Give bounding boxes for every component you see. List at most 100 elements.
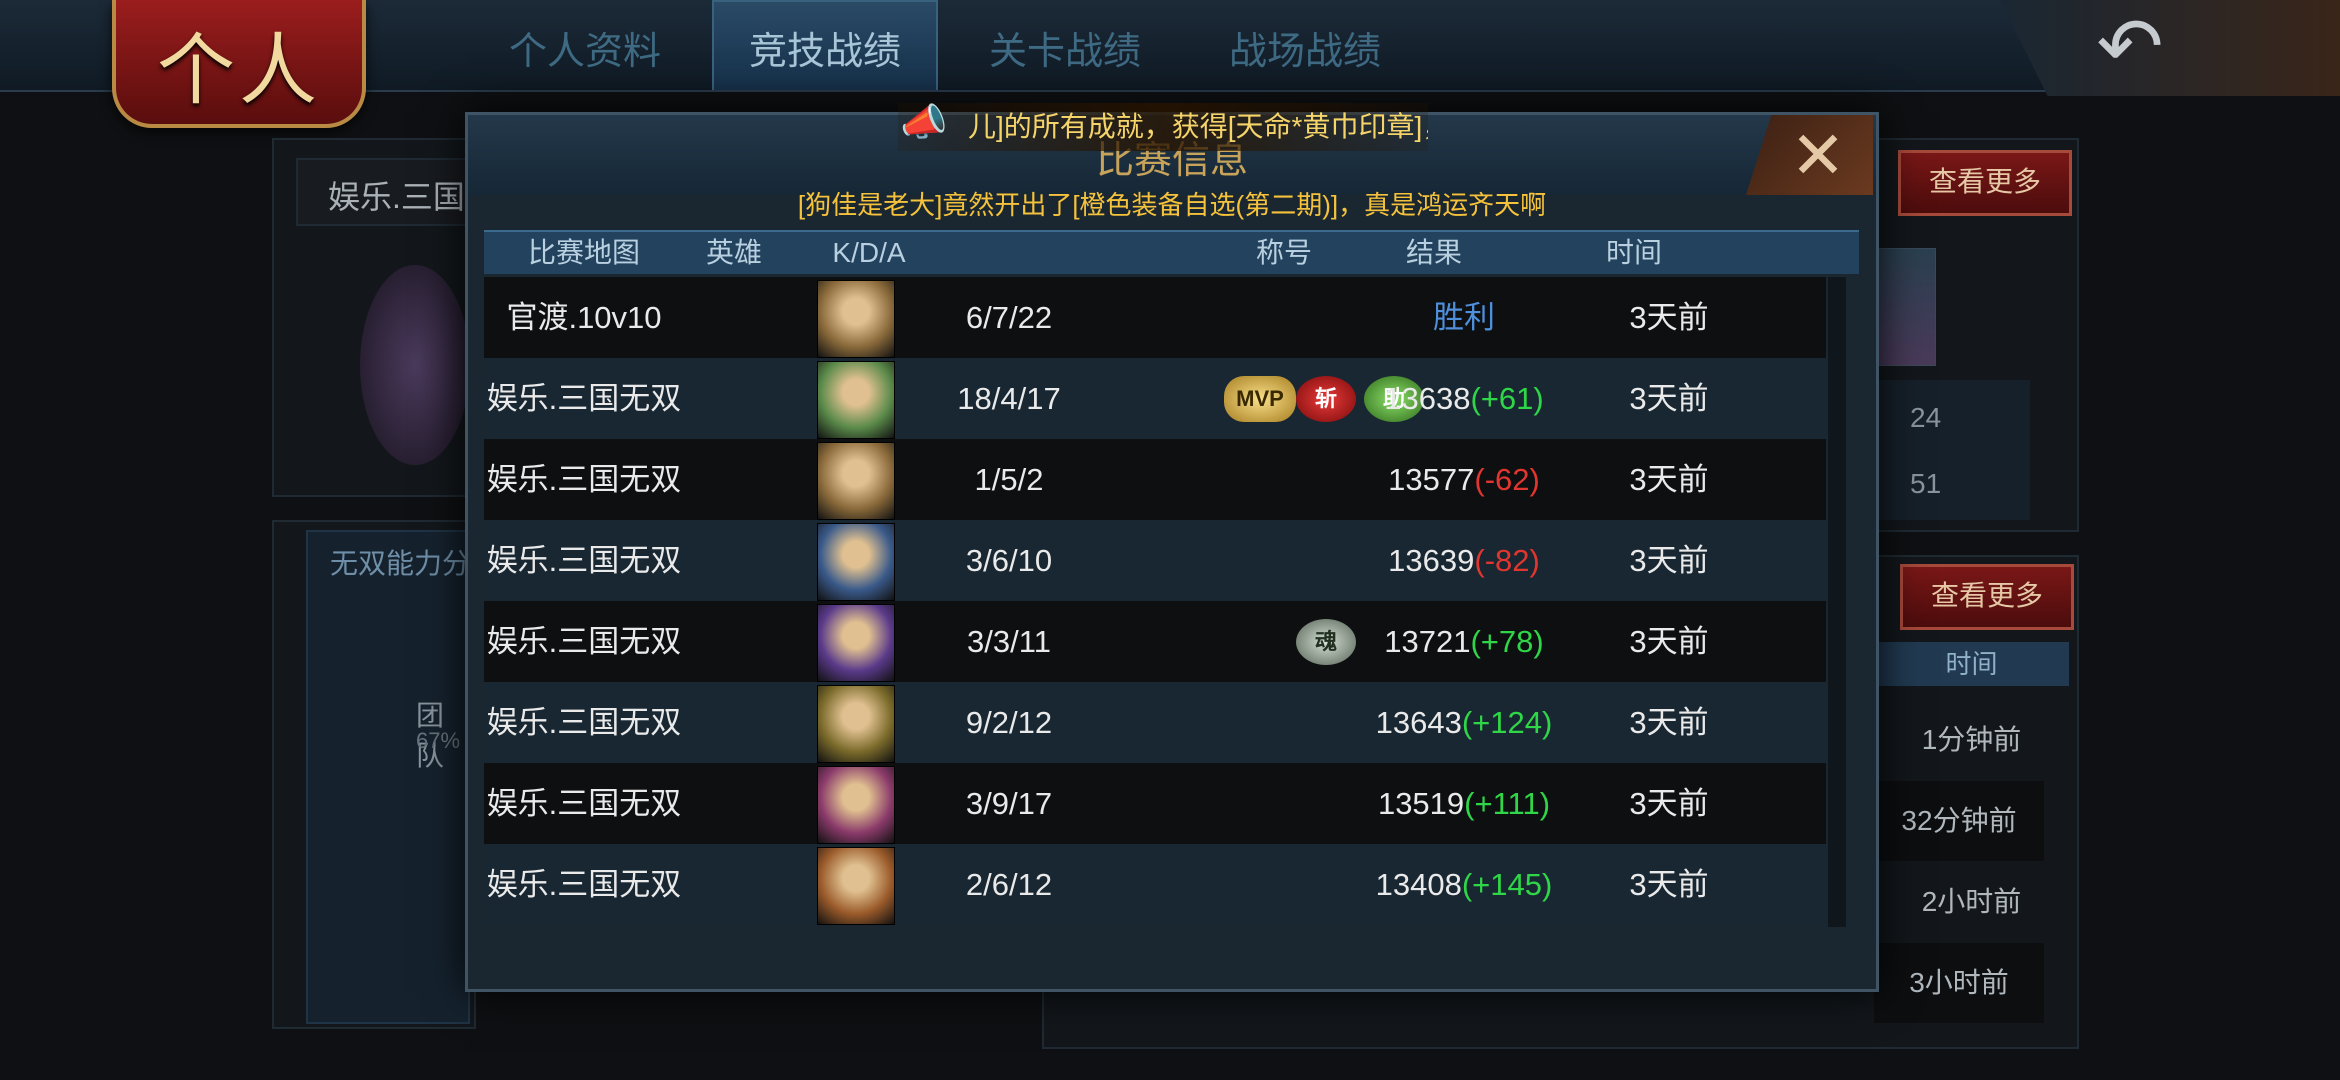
result-cell: 13643(+124) [1339,682,1589,763]
time-cell: 3天前 [1629,543,1709,578]
ability-inner: 无双能力分 团队 67% [306,530,470,1024]
hero-portrait-partial [1874,248,1936,366]
time-cell: 3天前 [1629,705,1709,740]
profile-badge: 个人 [112,0,366,128]
tab-arena-record[interactable]: 竞技战绩 [712,0,938,90]
right-stats-box: 24 51 [1870,380,2030,520]
view-more-button-bottom[interactable]: 查看更多 [1900,564,2074,630]
score-delta: 胜利 [1433,300,1495,335]
map-cell: 娱乐.三国无双 [486,786,682,821]
kda-cell: 6/7/22 [965,300,1053,335]
result-cell: 13639(-82) [1339,520,1589,601]
table-row[interactable]: 娱乐.三国无双 1/5/2 13577(-62) 3天前 [484,439,1826,520]
time-cell: 3天前 [1629,462,1709,497]
col-hero: 英雄 [705,237,762,268]
result-cell: 胜利 [1339,277,1589,358]
tab-stage-record[interactable]: 关卡战绩 [960,22,1170,82]
broadcast-ticker: 儿]的所有成就，获得[天命*黄巾印章]，i [898,103,1428,151]
map-cell: 官渡.10v10 [506,300,662,335]
kda-cell: 3/6/10 [965,543,1053,578]
time-cell: 2小时前 [1921,886,2022,917]
score-delta: (+145) [1461,867,1553,902]
score-value: 13577 [1388,462,1475,497]
time-cell: 3天前 [1629,786,1709,821]
map-cell: 娱乐.三国无双 [486,462,682,497]
match-info-dialog: 比赛信息 儿]的所有成就，获得[天命*黄巾印章]，i 📣 [狗佳是老大]竟然开出… [465,102,1879,992]
time-cell: 1分钟前 [1921,724,2022,755]
kda-cell: 3/3/11 [967,624,1051,659]
table-row[interactable]: 娱乐.三国无双 3/9/17 13519(+111) 3天前 [484,763,1826,844]
ability-label: 无双能力分 [330,548,471,579]
table-row[interactable]: 娱乐.三国无双 2/6/12 13408(+145) 3天前 [484,844,1826,925]
col-time: 时间 [1605,237,1662,268]
score-value: 13638 [1384,381,1471,416]
back-arrow-icon[interactable]: ↶ [2080,4,2180,90]
stat-value-2: 51 [1910,468,1942,499]
hero-portrait-icon [817,280,895,358]
hero-portrait-icon [817,847,895,925]
view-more-button-top[interactable]: 查看更多 [1898,150,2072,216]
close-icon[interactable]: ✕ [1778,119,1858,191]
score-value: 13643 [1375,705,1462,740]
table-row[interactable]: 娱乐.三国无双 3/3/11 魂 13721(+78) 3天前 [484,601,1826,682]
table-header: 比赛地图 英雄 K/D/A 称号 结果 时间 [484,230,1859,274]
result-cell: 13721(+78) [1339,601,1589,682]
broadcast-notice: [狗佳是老大]竟然开出了[橙色装备自选(第二期)]，真是鸿运齐天啊 [797,190,1547,220]
hero-portrait-icon [817,361,895,439]
match-table-body: 官渡.10v10 6/7/22 胜利 3天前 娱乐.三国无双 18/4/17 MVP 斩助 13… [484,277,1826,927]
time-cell: 3天前 [1629,381,1709,416]
hero-portrait-icon [817,442,895,520]
score-delta: (+61) [1470,381,1544,416]
time-header: 时间 [1874,642,2069,686]
megaphone-icon: 📣 [900,102,948,144]
score-value: 13519 [1377,786,1465,821]
map-cell: 娱乐.三国无双 [486,867,682,902]
score-value: 13721 [1384,624,1471,659]
result-cell: 13577(-62) [1339,439,1589,520]
profile-badge-label: 个人 [156,26,321,116]
score-value: 13408 [1375,867,1462,902]
team-percent: 67% [416,728,461,753]
score-delta: (+111) [1464,786,1551,821]
tab-battlefield-record[interactable]: 战场战绩 [1200,22,1410,82]
map-cell: 娱乐.三国无双 [486,543,682,578]
scrollbar[interactable] [1828,277,1846,927]
col-result: 结果 [1405,237,1462,268]
time-cell: 3天前 [1629,300,1709,335]
time-cell: 3天前 [1629,624,1709,659]
map-cell: 娱乐.三国无双 [486,624,682,659]
hero-portrait-icon [817,604,895,682]
hero-portrait-icon [817,685,895,763]
broadcast-text: 儿]的所有成就，获得[天命*黄巾印章]，i [968,111,1428,142]
result-cell: 13408(+145) [1339,844,1589,925]
col-map: 比赛地图 [527,237,640,268]
rank-emblem-icon [360,265,470,465]
result-cell: 13519(+111) [1339,763,1589,844]
table-row[interactable]: 娱乐.三国无双 3/6/10 13639(-82) 3天前 [484,520,1826,601]
kda-cell: 2/6/12 [965,867,1053,902]
score-delta: (-82) [1474,543,1540,578]
tab-profile[interactable]: 个人资料 [480,22,690,82]
score-delta: (+124) [1461,705,1553,740]
col-kda: K/D/A [832,237,906,268]
map-cell: 娱乐.三国无双 [486,705,682,740]
table-row[interactable]: 官渡.10v10 6/7/22 胜利 3天前 [484,277,1826,358]
kda-cell: 1/5/2 [974,462,1044,497]
hero-portrait-icon [817,766,895,844]
time-cell: 3天前 [1629,867,1709,902]
hero-portrait-icon [817,523,895,601]
time-cell: 3小时前 [1874,943,2044,1023]
kda-cell: 9/2/12 [965,705,1053,740]
time-cell: 32分钟前 [1874,781,2044,861]
title-badge-icon: MVP [1224,376,1296,422]
score-delta: (-62) [1474,462,1540,497]
table-row[interactable]: 娱乐.三国无双 9/2/12 13643(+124) 3天前 [484,682,1826,763]
stat-value-1: 24 [1910,402,1942,433]
table-row[interactable]: 娱乐.三国无双 18/4/17 MVP 斩助 13638(+61) 3天前 [484,358,1826,439]
map-cell: 娱乐.三国无双 [486,381,682,416]
kda-cell: 18/4/17 [957,381,1061,416]
score-value: 13639 [1388,543,1475,578]
kda-cell: 3/9/17 [965,786,1053,821]
score-delta: (+78) [1470,624,1544,659]
result-cell: 13638(+61) [1339,358,1589,439]
